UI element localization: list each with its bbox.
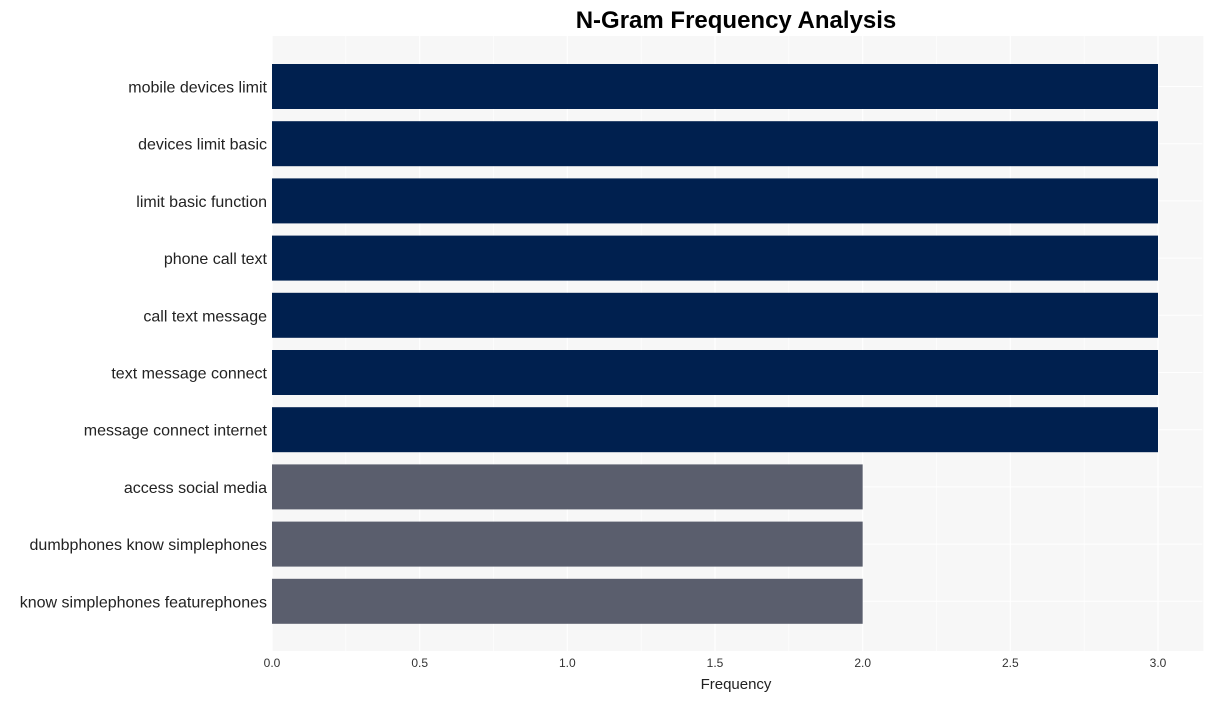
y-tick-label: limit basic function (136, 194, 267, 211)
x-tick-label: 0.0 (264, 656, 281, 670)
bar-call-text-message (272, 292, 1158, 338)
bar-access-social-media (272, 464, 863, 510)
bar-phone-call-text (272, 235, 1158, 281)
ngram-bar-chart: mobile devices limit devices limit basic l… (20, 7, 1204, 693)
bar-mobile-devices-limit (272, 64, 1158, 109)
bar-devices-limit-basic (272, 121, 1158, 167)
chart-title: N-Gram Frequency Analysis (576, 7, 897, 34)
y-tick-label: text message connect (111, 366, 267, 383)
x-tick-label: 2.5 (1002, 656, 1019, 670)
x-axis-ticks: 0.0 0.5 1.0 1.5 2.0 2.5 3.0 (264, 656, 1167, 670)
bar-message-connect-internet (272, 407, 1158, 453)
y-tick-label: message connect internet (84, 423, 268, 440)
x-tick-label: 2.0 (854, 656, 871, 670)
x-tick-label: 1.0 (559, 656, 576, 670)
bar-dumbphones-know-simplephones (272, 521, 863, 567)
x-tick-label: 1.5 (707, 656, 724, 670)
y-tick-label: know simplephones featurephones (20, 594, 267, 611)
y-tick-label: call text message (143, 308, 267, 325)
x-tick-label: 0.5 (411, 656, 428, 670)
y-tick-label: devices limit basic (138, 137, 267, 154)
bar-text-message-connect (272, 350, 1158, 395)
y-tick-label: dumbphones know simplephones (30, 537, 267, 554)
y-tick-label: access social media (124, 480, 267, 497)
y-axis-labels: mobile devices limit devices limit basic l… (20, 80, 268, 612)
y-tick-label: phone call text (164, 251, 268, 268)
bar-limit-basic-function (272, 178, 1158, 224)
y-tick-label: mobile devices limit (128, 80, 267, 97)
bar-know-simplephones-featurephones (272, 578, 863, 624)
x-axis-label: Frequency (701, 676, 772, 693)
x-tick-label: 3.0 (1150, 656, 1167, 670)
